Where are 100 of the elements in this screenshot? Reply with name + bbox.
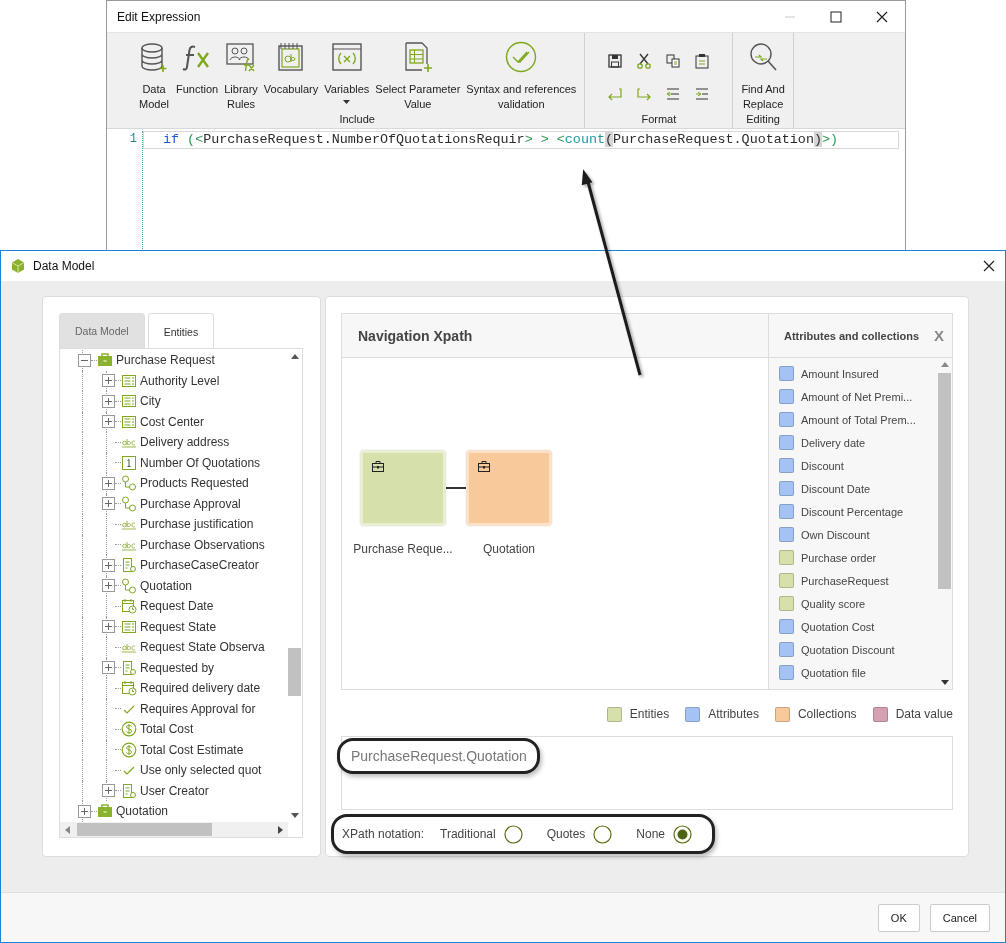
- attribute-item[interactable]: Own Discount: [801, 528, 870, 541]
- attribute-item[interactable]: Delivery date: [801, 436, 866, 449]
- tree-item[interactable]: Purchase justification: [140, 517, 254, 532]
- tree-item[interactable]: Request State: [140, 619, 217, 634]
- caret-icon: [343, 100, 351, 104]
- maximize-icon[interactable]: [830, 10, 842, 23]
- attribute-item[interactable]: Quality score: [801, 597, 866, 610]
- ribbon-button[interactable]: Vocabulary: [261, 41, 321, 112]
- tree-item[interactable]: Purchase Approval: [140, 496, 241, 511]
- radio-button[interactable]: [503, 824, 523, 844]
- database-icon: [138, 41, 170, 73]
- outdent-icon[interactable]: [665, 86, 682, 102]
- expand-toggle-icon[interactable]: [102, 497, 115, 511]
- number-field-icon: [121, 454, 137, 471]
- tab[interactable]: Data Model: [59, 313, 145, 348]
- scissors-icon[interactable]: [636, 53, 653, 69]
- ribbon-button[interactable]: Variables: [322, 41, 372, 112]
- attribute-item[interactable]: Quotation Cost: [801, 620, 875, 633]
- ribbon-button[interactable]: Syntax and references validation: [464, 41, 579, 112]
- clipboard-icon[interactable]: [694, 53, 711, 69]
- scroll-left-icon[interactable]: [65, 825, 70, 834]
- radio-button[interactable]: [673, 824, 693, 844]
- dialog-button[interactable]: OK: [877, 903, 920, 932]
- entity-node[interactable]: [466, 450, 552, 526]
- tree-item[interactable]: Cost Center: [140, 414, 205, 429]
- attribute-item[interactable]: Quotation file: [801, 666, 866, 679]
- close-icon[interactable]: [983, 260, 995, 272]
- attribute-item[interactable]: Purchase order: [801, 551, 877, 564]
- copy-icon[interactable]: [665, 53, 682, 69]
- attribute-item[interactable]: Discount Date: [801, 482, 871, 495]
- tree-item[interactable]: Number Of Quotations: [140, 455, 261, 470]
- scroll-thumb[interactable]: [77, 823, 212, 836]
- tree-item[interactable]: Required delivery date: [140, 681, 261, 696]
- tree-item[interactable]: Requested by: [140, 660, 215, 675]
- tree-item[interactable]: Purchase Request: [116, 353, 215, 368]
- scrollbar[interactable]: [60, 822, 288, 837]
- list-icon: [121, 372, 137, 389]
- tree-item[interactable]: Request State Observa: [140, 640, 265, 655]
- xpath-text: PurchaseRequest.Quotation: [351, 748, 527, 764]
- tree-item[interactable]: Quotation: [140, 578, 193, 593]
- tree-item[interactable]: Total Cost Estimate: [140, 742, 244, 757]
- scroll-thumb[interactable]: [938, 373, 951, 589]
- expand-toggle-icon[interactable]: [102, 394, 115, 408]
- group-label: Include: [339, 112, 375, 126]
- cube-icon: [11, 259, 25, 273]
- radio-label[interactable]: Traditional: [440, 827, 496, 841]
- ribbon-button[interactable]: Select Parameter Value: [373, 41, 463, 112]
- list-icon: [121, 413, 137, 430]
- tree-item[interactable]: PurchaseCaseCreator: [140, 558, 259, 573]
- attribute-item[interactable]: Amount of Net Premi...: [801, 390, 913, 403]
- expand-toggle-icon[interactable]: [78, 804, 91, 818]
- notation-label: XPath notation:: [342, 827, 425, 841]
- coin-icon: [121, 721, 137, 738]
- expand-toggle-icon[interactable]: [102, 784, 115, 798]
- tree-item[interactable]: Total Cost: [140, 722, 194, 737]
- entity-node[interactable]: [360, 450, 446, 526]
- expand-toggle-icon[interactable]: [102, 476, 115, 490]
- expand-toggle-icon[interactable]: [102, 661, 115, 675]
- tree-item[interactable]: Purchase Observations: [140, 537, 265, 552]
- scroll-up-icon[interactable]: [940, 362, 949, 367]
- tab[interactable]: Entities: [147, 313, 215, 349]
- scroll-down-icon[interactable]: [940, 680, 949, 685]
- tree-item[interactable]: Delivery address: [140, 435, 230, 450]
- attribute-item[interactable]: Amount Insured: [801, 367, 879, 380]
- expand-toggle-icon[interactable]: [102, 558, 115, 572]
- tree-item[interactable]: Products Requested: [140, 476, 249, 491]
- expand-toggle-icon[interactable]: [102, 579, 115, 593]
- scroll-down-icon[interactable]: [290, 813, 299, 818]
- attribute-item[interactable]: Amount of Total Prem...: [801, 413, 916, 426]
- tree-item[interactable]: Request Date: [140, 599, 214, 614]
- radio-button[interactable]: [593, 824, 613, 844]
- attribute-item[interactable]: PurchaseRequest: [801, 574, 889, 587]
- tree-item[interactable]: City: [140, 394, 161, 409]
- indent-icon[interactable]: [694, 86, 711, 102]
- radio-label[interactable]: None: [636, 827, 666, 841]
- scroll-thumb[interactable]: [288, 648, 301, 696]
- close-icon[interactable]: [876, 10, 888, 23]
- expand-toggle-icon[interactable]: [102, 415, 115, 429]
- attribute-item[interactable]: Discount: [801, 459, 844, 472]
- save-icon[interactable]: [607, 53, 624, 69]
- expand-toggle-icon[interactable]: [102, 620, 115, 634]
- tree-item[interactable]: Authority Level: [140, 373, 220, 388]
- attribute-item[interactable]: Discount Percentage: [801, 505, 904, 518]
- relation-icon: [121, 577, 137, 594]
- expand-toggle-icon[interactable]: [78, 353, 91, 367]
- ribbon-button[interactable]: Data Model: [136, 41, 172, 112]
- legend-label: Collections: [797, 707, 857, 721]
- dialog-button[interactable]: Cancel: [929, 903, 990, 932]
- scroll-up-icon[interactable]: [290, 354, 299, 359]
- ribbon-button[interactable]: Function: [174, 41, 221, 112]
- tree-item[interactable]: Quotation: [116, 804, 169, 819]
- tree-item[interactable]: Requires Approval for: [140, 701, 256, 716]
- tree-item[interactable]: Use only selected quot: [140, 763, 262, 778]
- ribbon-button[interactable]: Find And Replace: [739, 41, 787, 112]
- radio-label[interactable]: Quotes: [546, 827, 586, 841]
- attribute-item[interactable]: Quotation Discount: [801, 643, 895, 656]
- tree-item[interactable]: User Creator: [140, 783, 209, 798]
- scroll-right-icon[interactable]: [278, 825, 283, 834]
- expand-toggle-icon[interactable]: [102, 374, 115, 388]
- ribbon-button[interactable]: Library Rules: [222, 41, 260, 112]
